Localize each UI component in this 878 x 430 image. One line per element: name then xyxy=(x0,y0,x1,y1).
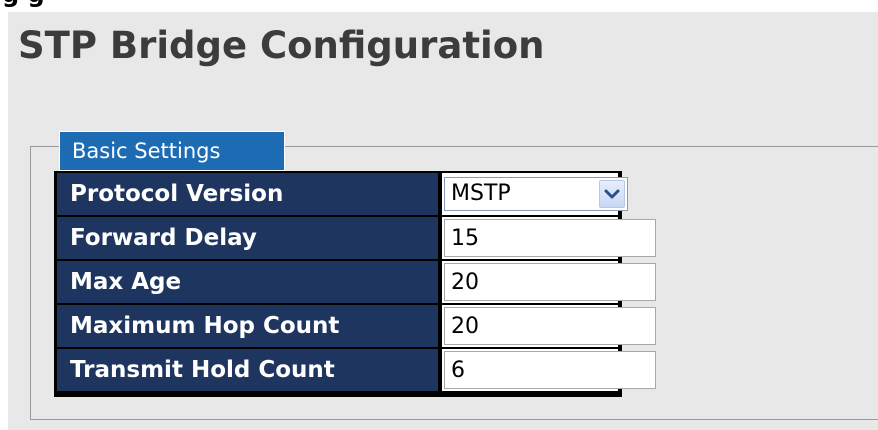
forward-delay-label: Forward Delay xyxy=(57,217,438,259)
maximum-hop-count-label: Maximum Hop Count xyxy=(57,305,438,347)
fieldset-border-bottom xyxy=(30,419,878,420)
forward-delay-cell xyxy=(442,217,656,259)
transmit-hold-count-cell xyxy=(442,349,656,391)
protocol-version-cell: MSTP xyxy=(442,173,628,215)
max-age-label: Max Age xyxy=(57,261,438,303)
transmit-hold-count-label: Transmit Hold Count xyxy=(57,349,438,391)
maximum-hop-count-cell xyxy=(442,305,656,347)
basic-settings-legend: Basic Settings xyxy=(59,131,285,171)
protocol-version-select[interactable]: MSTP xyxy=(444,177,628,211)
forward-delay-input[interactable] xyxy=(444,219,656,257)
cropped-heading-strip: g g xyxy=(0,0,878,10)
basic-settings-table: Protocol Version MSTP Forward Delay Max … xyxy=(54,171,656,397)
max-age-input[interactable] xyxy=(444,263,656,301)
page-title: STP Bridge Configuration xyxy=(18,24,545,67)
transmit-hold-count-input[interactable] xyxy=(444,351,656,389)
chevron-down-icon[interactable] xyxy=(599,180,625,208)
page: g g STP Bridge Configuration Basic Setti… xyxy=(0,0,878,430)
fieldset-border-left xyxy=(30,146,31,419)
protocol-version-selected-value: MSTP xyxy=(451,181,511,206)
protocol-version-label: Protocol Version xyxy=(57,173,438,215)
max-age-cell xyxy=(442,261,656,303)
maximum-hop-count-input[interactable] xyxy=(444,307,656,345)
cropped-heading-text: g g xyxy=(2,0,45,8)
